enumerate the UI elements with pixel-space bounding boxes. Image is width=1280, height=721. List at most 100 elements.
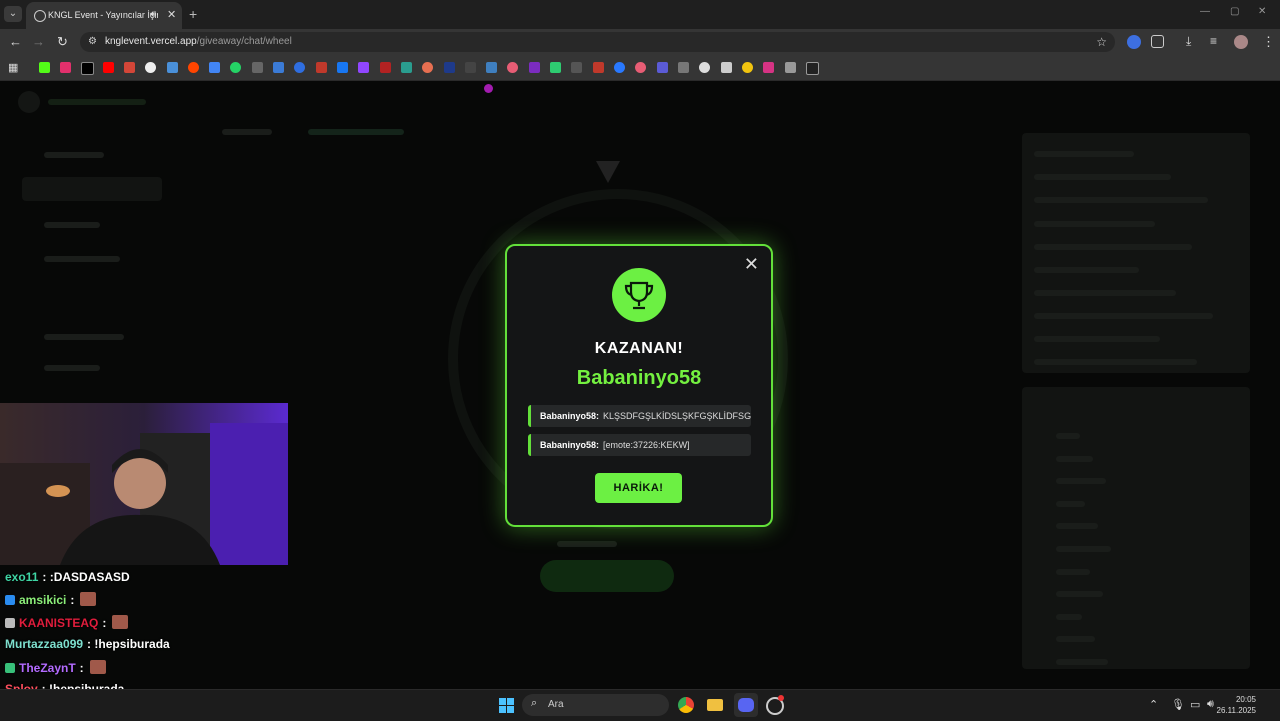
bookmark-icon[interactable] xyxy=(252,62,263,73)
chat-message: Murtazzaa099: !hepsiburada xyxy=(5,637,170,651)
bookmark-icon[interactable] xyxy=(486,62,497,73)
restore-icon[interactable]: ▢ xyxy=(1230,6,1239,17)
chrome-icon[interactable] xyxy=(678,697,694,713)
windows-start-icon[interactable] xyxy=(499,698,514,713)
tray-overflow-icon[interactable]: ⌃ xyxy=(1149,698,1158,711)
bookmark-icon[interactable] xyxy=(401,62,412,73)
reload-icon[interactable]: ↻ xyxy=(57,34,68,50)
minimize-icon[interactable]: — xyxy=(1200,6,1210,17)
panel-row xyxy=(1034,151,1134,157)
instagram-bookmark-icon[interactable] xyxy=(60,62,71,73)
bookmark-icon[interactable] xyxy=(316,62,327,73)
reading-list-icon[interactable]: ≡ xyxy=(1210,34,1217,48)
twitch-bookmark-icon[interactable] xyxy=(358,62,369,73)
new-tab-button[interactable]: + xyxy=(189,6,197,22)
chat-text: : xyxy=(70,593,75,608)
x-bookmark-icon[interactable] xyxy=(81,62,94,75)
panel-row xyxy=(1034,313,1213,319)
message-text: KLŞSDFGŞLKİDSLŞKFGŞKLİDFSG xyxy=(603,411,751,421)
participant-row xyxy=(1056,478,1106,485)
clock-time: 20:05 xyxy=(1235,695,1256,704)
close-tab-icon[interactable]: ✕ xyxy=(167,8,176,21)
address-bar[interactable]: ⚙ knglevent.vercel.app/giveaway/chat/whe… xyxy=(80,32,1115,52)
participant-row xyxy=(1056,523,1098,530)
bookmark-icon[interactable] xyxy=(763,62,774,73)
message-user: Babaninyo58: xyxy=(540,411,600,421)
bookmark-icon[interactable] xyxy=(507,62,518,73)
extensions-puzzle-icon[interactable] xyxy=(1151,35,1164,48)
bookmark-star-icon[interactable]: ☆ xyxy=(1096,35,1107,49)
bookmark-icon[interactable] xyxy=(742,62,753,73)
close-icon[interactable]: ✕ xyxy=(744,254,759,275)
participant-row xyxy=(1056,455,1093,462)
bookmark-icon[interactable] xyxy=(657,62,668,73)
confirm-button[interactable]: HARİKA! xyxy=(595,473,682,503)
kick-bookmark-icon[interactable] xyxy=(39,62,50,73)
trophy-icon xyxy=(612,268,666,322)
bookmark-icon[interactable] xyxy=(444,62,455,73)
menu-icon[interactable]: ⋮ xyxy=(1262,34,1275,50)
browser-tab[interactable]: KNGL Event - Yayıncılar İçin 🔊︎ ✕ xyxy=(26,2,182,29)
search-icon: ⌕ xyxy=(531,697,538,709)
participant-row xyxy=(1056,433,1080,439)
bookmark-icon[interactable] xyxy=(721,62,732,73)
bookmark-icon[interactable] xyxy=(593,62,604,73)
network-icon[interactable]: ▭ xyxy=(1190,698,1200,711)
apps-grid-icon[interactable]: ▦ xyxy=(8,61,18,74)
bookmark-icon[interactable] xyxy=(273,62,284,73)
search-placeholder: Ara xyxy=(548,699,564,710)
bookmark-icon[interactable] xyxy=(550,62,561,73)
wheel-pointer-icon xyxy=(596,161,620,183)
volume-icon[interactable]: 🔊︎ xyxy=(1207,698,1214,711)
bookmark-icon[interactable] xyxy=(422,62,433,73)
youtube-bookmark-icon[interactable] xyxy=(103,62,114,73)
bookmark-icon[interactable] xyxy=(529,62,540,73)
chat-message: KAANISTEAQ: xyxy=(5,614,129,630)
file-explorer-icon[interactable] xyxy=(707,699,723,711)
facebook-bookmark-icon[interactable] xyxy=(337,62,348,73)
chat-text: : xyxy=(102,615,107,630)
bookmark-icon[interactable] xyxy=(294,62,305,73)
tab-title: KNGL Event - Yayıncılar İçin xyxy=(48,10,158,20)
window-close-icon[interactable]: ✕ xyxy=(1258,6,1266,17)
back-icon[interactable]: ← xyxy=(9,34,22,49)
discord-taskbar-button[interactable] xyxy=(734,693,758,717)
winner-message: Babaninyo58: [emote:37226:KEKW] xyxy=(528,434,751,456)
bookmark-icon[interactable] xyxy=(614,62,625,73)
forward-icon[interactable]: → xyxy=(32,34,45,49)
panel-row xyxy=(1034,290,1176,296)
sidebar-item-active xyxy=(22,177,162,201)
bookmark-icon[interactable] xyxy=(571,62,582,73)
notification-badge xyxy=(778,695,784,701)
bookmark-icon[interactable] xyxy=(635,62,646,73)
translate-bookmark-icon[interactable] xyxy=(209,62,220,73)
bookmark-icon[interactable] xyxy=(785,62,796,73)
bookmark-icon[interactable] xyxy=(380,62,391,73)
tab-search-icon[interactable]: ⌄ xyxy=(4,6,22,22)
system-clock[interactable]: 20:05 26.11.2025 xyxy=(1217,694,1256,716)
chat-message: exo11: :DASDASASD xyxy=(5,570,130,584)
bookmark-icon[interactable] xyxy=(678,62,689,73)
profile-avatar[interactable] xyxy=(1234,35,1248,49)
audio-playing-icon[interactable]: 🔊︎ xyxy=(150,9,156,20)
downloads-icon[interactable]: ⤓ xyxy=(1186,34,1191,49)
gmail-bookmark-icon[interactable] xyxy=(124,62,135,73)
chat-emote-icon xyxy=(89,659,106,674)
participant-row xyxy=(1056,546,1111,552)
site-info-icon[interactable]: ⚙ xyxy=(88,36,97,47)
bookmark-icon[interactable] xyxy=(806,62,819,75)
microphone-icon[interactable]: 🎙︎ xyxy=(1171,698,1185,711)
address-url[interactable]: knglevent.vercel.app/giveaway/chat/wheel xyxy=(105,36,292,47)
bookmark-icon[interactable] xyxy=(167,62,178,73)
taskbar-search[interactable]: ⌕ Ara xyxy=(522,694,669,716)
bookmark-icon[interactable] xyxy=(699,62,710,73)
reddit-bookmark-icon[interactable] xyxy=(188,62,199,73)
participant-row xyxy=(1056,591,1103,598)
google-bookmark-icon[interactable] xyxy=(145,62,156,73)
chat-badge-icon xyxy=(5,662,15,673)
bookmark-icon[interactable] xyxy=(465,62,476,73)
whatsapp-bookmark-icon[interactable] xyxy=(230,62,241,73)
extension-icon[interactable] xyxy=(1127,35,1141,49)
confetti xyxy=(484,84,493,93)
winner-dialog: ✕ KAZANAN! Babaninyo58 Babaninyo58: KLŞSD… xyxy=(505,244,773,527)
